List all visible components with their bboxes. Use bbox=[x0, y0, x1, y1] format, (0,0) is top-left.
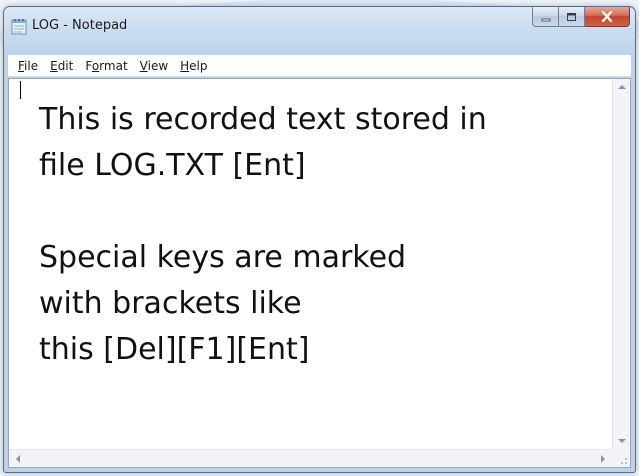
menu-edit[interactable]: Edit bbox=[44, 59, 79, 73]
text-line: this [Del][F1][Ent] bbox=[39, 332, 310, 367]
text-caret bbox=[20, 81, 21, 99]
text-line: with brackets like bbox=[39, 286, 302, 321]
menu-edit-accel: E bbox=[50, 58, 58, 73]
maximize-icon bbox=[566, 7, 577, 26]
menu-file-label: ile bbox=[24, 58, 39, 73]
scroll-right-icon[interactable] bbox=[601, 455, 605, 463]
text-line bbox=[39, 189, 612, 235]
vertical-scrollbar[interactable] bbox=[612, 79, 630, 449]
horizontal-scrollbar[interactable] bbox=[9, 449, 612, 467]
minimize-icon bbox=[541, 7, 551, 26]
text-line: file LOG.TXT [Ent] bbox=[39, 148, 306, 183]
close-icon bbox=[601, 7, 613, 26]
text-editor[interactable]: This is recorded text stored in file LOG… bbox=[8, 78, 631, 468]
menu-help-accel: H bbox=[180, 58, 190, 73]
text-area[interactable]: This is recorded text stored in file LOG… bbox=[9, 79, 612, 449]
maximize-button[interactable] bbox=[559, 7, 585, 27]
title-bar[interactable]: LOG - Notepad bbox=[4, 7, 635, 49]
text-line: This is recorded text stored in bbox=[39, 102, 487, 137]
notepad-window: LOG - Notepad File Edit Format View Help… bbox=[3, 6, 636, 473]
notepad-icon[interactable] bbox=[11, 17, 27, 35]
text-line: Special keys are marked bbox=[39, 240, 407, 275]
menu-file[interactable]: File bbox=[12, 59, 44, 73]
menu-edit-label: dit bbox=[57, 58, 74, 73]
menu-help[interactable]: Help bbox=[174, 59, 213, 73]
menu-help-label: elp bbox=[189, 58, 208, 73]
menu-view-label: iew bbox=[147, 58, 169, 73]
caption-buttons bbox=[532, 7, 630, 27]
scroll-left-icon[interactable] bbox=[16, 455, 20, 463]
resize-grip[interactable] bbox=[612, 449, 630, 467]
resize-grip-icon bbox=[621, 458, 627, 464]
menu-format-label: rmat bbox=[99, 58, 128, 73]
close-button[interactable] bbox=[585, 7, 630, 27]
window-title: LOG - Notepad bbox=[32, 18, 128, 33]
menu-view-accel: V bbox=[139, 58, 148, 73]
scroll-up-icon[interactable] bbox=[618, 85, 626, 89]
minimize-button[interactable] bbox=[532, 7, 559, 27]
scroll-down-icon[interactable] bbox=[618, 439, 626, 443]
menu-format[interactable]: Format bbox=[79, 59, 133, 73]
menu-bar: File Edit Format View Help bbox=[8, 55, 631, 77]
menu-view[interactable]: View bbox=[134, 59, 174, 73]
